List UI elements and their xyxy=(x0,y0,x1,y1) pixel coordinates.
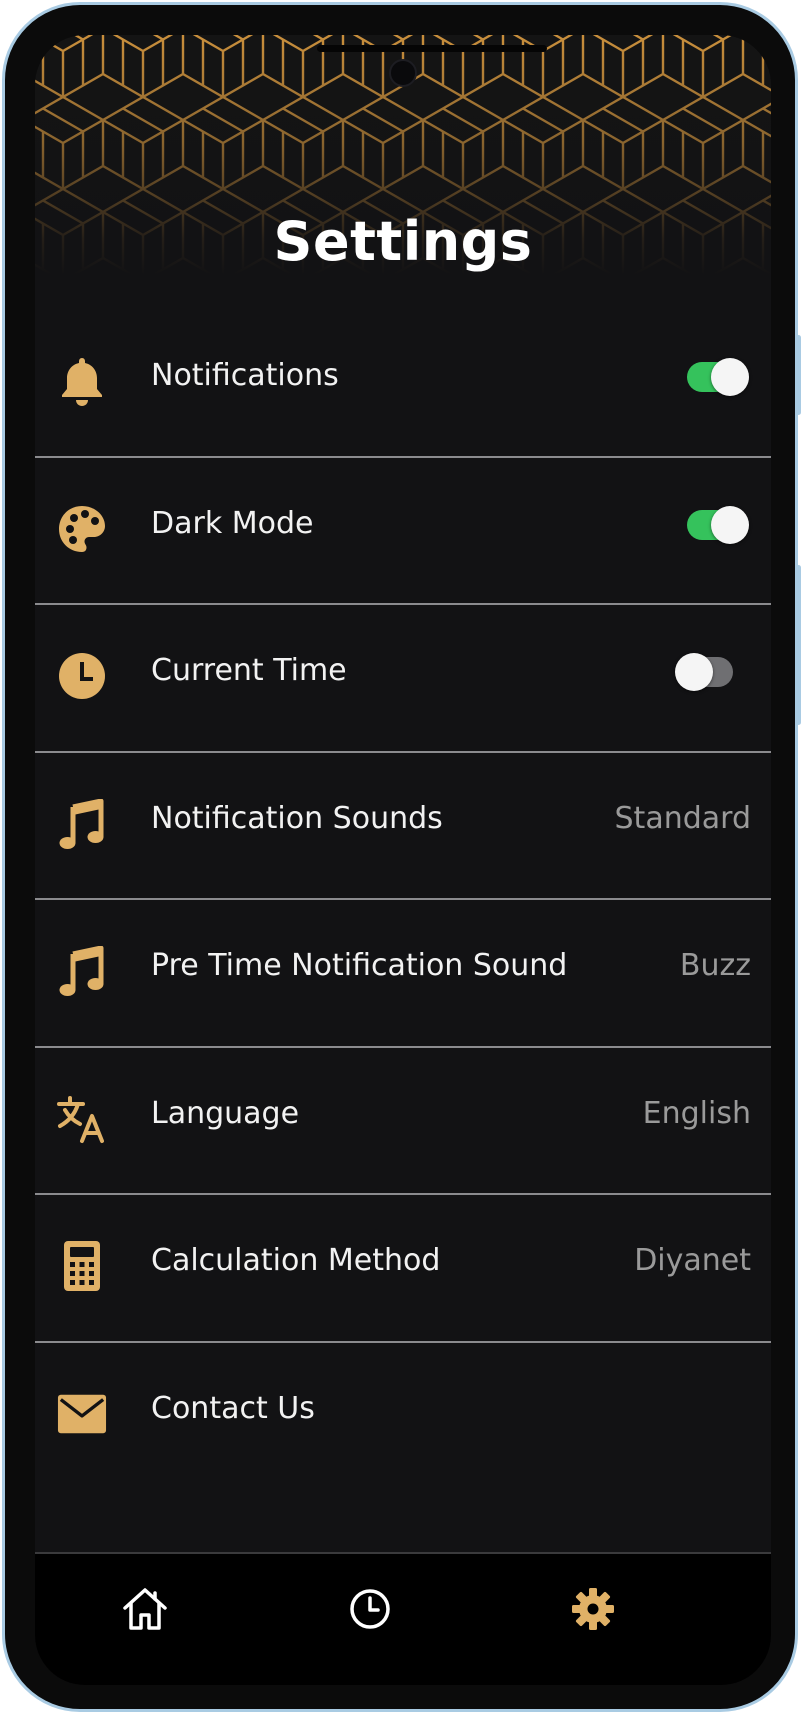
dark-mode-toggle[interactable] xyxy=(687,505,749,544)
setting-label: Contact Us xyxy=(151,1390,315,1426)
header-banner: Settings xyxy=(35,35,771,275)
setting-label: Notifications xyxy=(151,358,339,393)
setting-value: English xyxy=(642,1095,751,1131)
setting-row-calculation-method[interactable]: Calculation Method Diyanet xyxy=(35,1195,771,1343)
phone-frame: Settings Notifications Dark Mode Current… xyxy=(2,2,801,1712)
translate-icon xyxy=(57,1094,107,1144)
calculator-icon xyxy=(57,1241,107,1291)
volume-button xyxy=(796,335,801,415)
setting-label: Calculation Method xyxy=(151,1243,441,1278)
bell-icon xyxy=(57,356,107,406)
clock-icon xyxy=(350,1589,390,1629)
app-screen: Settings Notifications Dark Mode Current… xyxy=(35,35,771,1685)
setting-row-pre-time-notification-sound[interactable]: Pre Time Notification Sound Buzz xyxy=(35,900,771,1048)
nav-home[interactable] xyxy=(120,1584,170,1634)
setting-row-notifications[interactable]: Notifications xyxy=(35,310,771,458)
notifications-toggle[interactable] xyxy=(687,358,749,396)
setting-row-dark-mode[interactable]: Dark Mode xyxy=(35,458,771,605)
front-camera xyxy=(389,59,417,87)
setting-row-current-time[interactable]: Current Time xyxy=(35,605,771,753)
current-time-toggle[interactable] xyxy=(675,653,733,691)
clock-icon xyxy=(57,651,107,701)
toggle-knob xyxy=(711,505,749,544)
settings-list: Notifications Dark Mode Current Time Not… xyxy=(35,310,771,1490)
setting-value: Standard xyxy=(614,800,751,836)
palette-icon xyxy=(57,504,107,554)
earpiece-speaker xyxy=(317,45,547,52)
setting-label: Language xyxy=(151,1095,300,1131)
music-note-icon xyxy=(57,798,107,849)
music-note-icon xyxy=(57,946,107,996)
envelope-icon xyxy=(57,1389,107,1439)
power-button xyxy=(796,565,801,725)
nav-settings[interactable] xyxy=(568,1584,618,1634)
gear-icon xyxy=(572,1588,614,1630)
setting-value: Diyanet xyxy=(634,1243,751,1278)
bottom-nav xyxy=(35,1552,771,1685)
home-icon xyxy=(123,1588,167,1630)
page-title: Settings xyxy=(273,210,533,273)
setting-label: Notification Sounds xyxy=(151,800,443,836)
toggle-knob xyxy=(711,358,749,396)
setting-value: Buzz xyxy=(679,948,751,983)
setting-row-contact-us[interactable]: Contact Us xyxy=(35,1343,771,1491)
setting-row-notification-sounds[interactable]: Notification Sounds Standard xyxy=(35,753,771,900)
setting-label: Pre Time Notification Sound xyxy=(151,948,568,983)
setting-label: Dark Mode xyxy=(151,505,314,541)
toggle-knob xyxy=(675,653,713,691)
nav-times[interactable] xyxy=(345,1584,395,1634)
setting-row-language[interactable]: Language English xyxy=(35,1048,771,1195)
setting-label: Current Time xyxy=(151,653,347,688)
